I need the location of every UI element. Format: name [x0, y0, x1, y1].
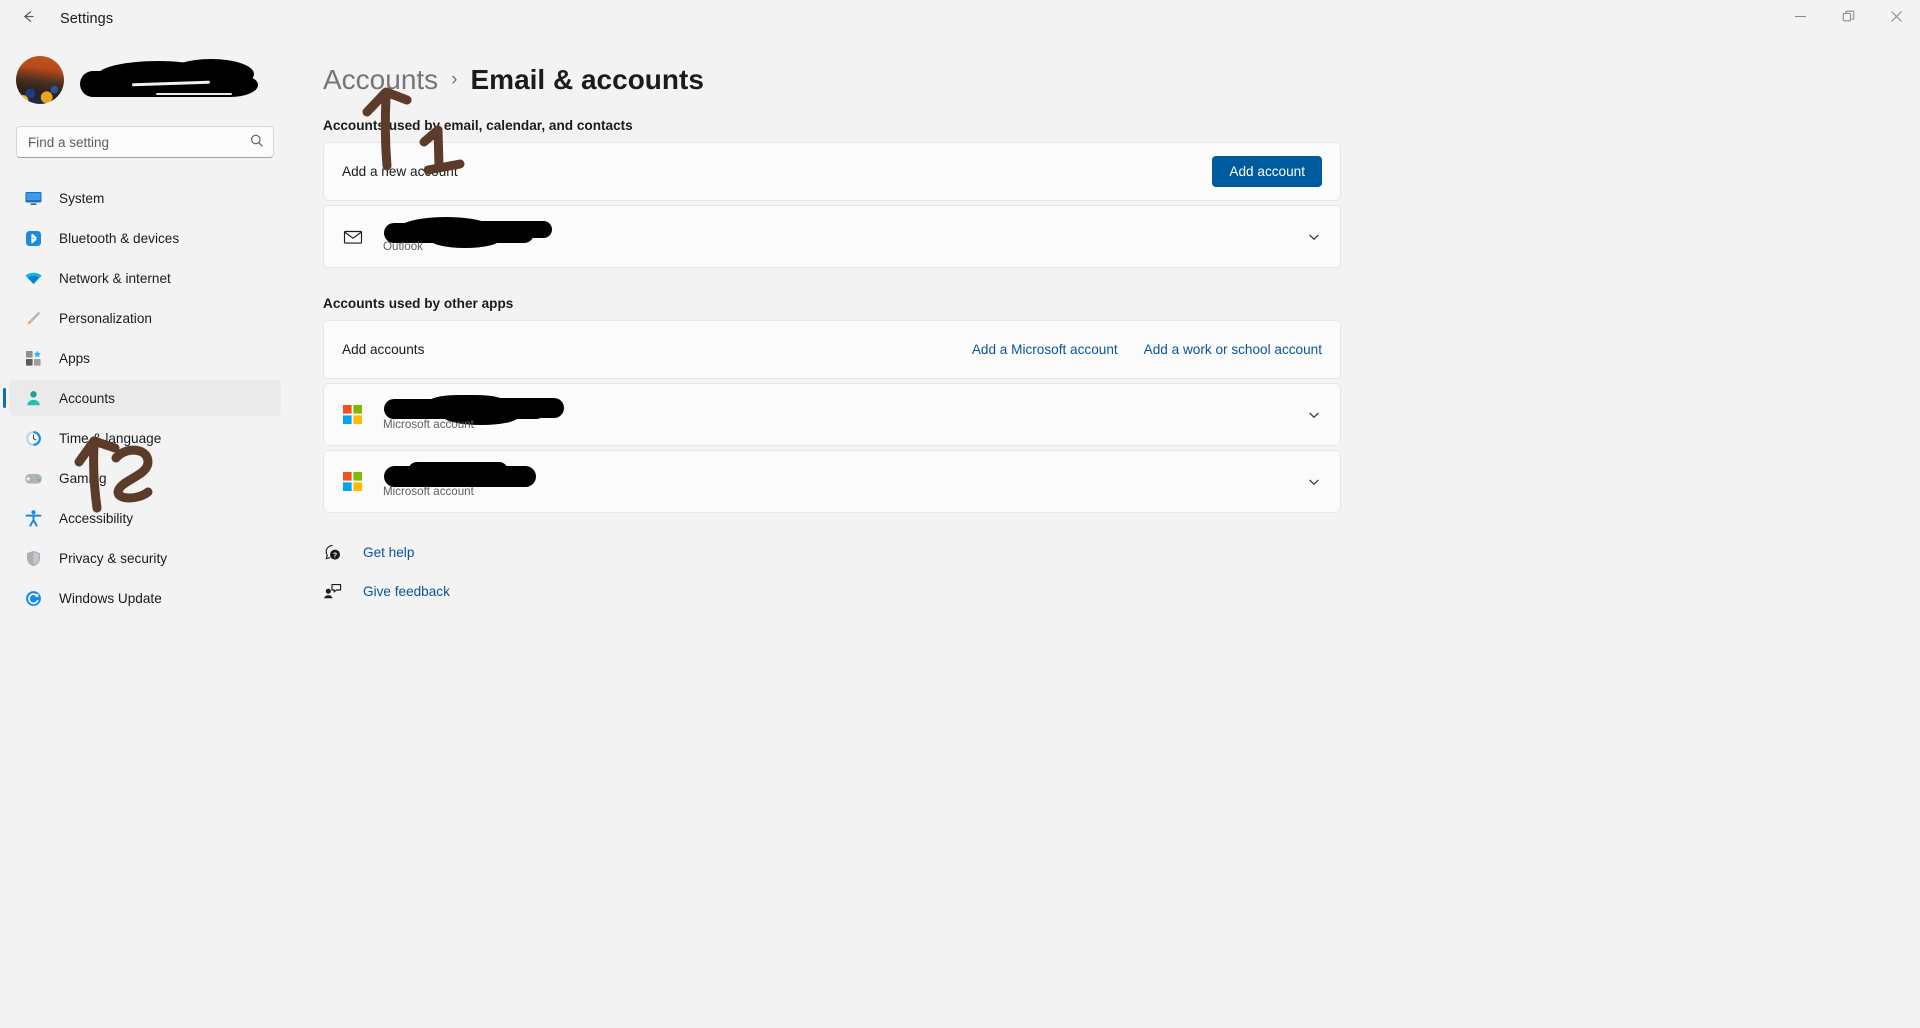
- paintbrush-icon: [23, 308, 43, 328]
- sidebar-item-apps[interactable]: Apps: [9, 340, 281, 376]
- sidebar-item-label: Windows Update: [59, 590, 162, 606]
- sidebar-item-privacy-security[interactable]: Privacy & security: [9, 540, 281, 576]
- chevron-down-icon[interactable]: [1306, 229, 1322, 245]
- close-button[interactable]: [1872, 0, 1920, 38]
- person-icon: [23, 388, 43, 408]
- shield-icon: [23, 548, 43, 568]
- account-email-redacted: Outlook: [382, 216, 1306, 257]
- sidebar: System Bluetooth & devices Network & int…: [0, 38, 290, 1028]
- maximize-button[interactable]: [1824, 0, 1872, 38]
- sidebar-item-accessibility[interactable]: Accessibility: [9, 500, 281, 536]
- breadcrumb-separator: ›: [451, 69, 458, 90]
- title-bar: Settings: [0, 0, 1920, 38]
- add-accounts-row: Add accounts Add a Microsoft account Add…: [323, 320, 1341, 379]
- monitor-icon: [23, 188, 43, 208]
- add-accounts-label: Add accounts: [342, 342, 425, 357]
- account-name-redacted: Microsoft account: [382, 461, 1306, 502]
- restore-icon: [1842, 10, 1855, 28]
- apps-icon: [23, 348, 43, 368]
- feedback-icon: [323, 582, 343, 601]
- give-feedback-label: Give feedback: [363, 583, 450, 599]
- microsoft-logo-icon: [342, 471, 368, 492]
- avatar: [16, 56, 64, 104]
- update-icon: [23, 588, 43, 608]
- sidebar-item-bluetooth-devices[interactable]: Bluetooth & devices: [9, 220, 281, 256]
- user-profile[interactable]: [16, 56, 290, 104]
- profile-name-redacted: [80, 57, 258, 103]
- wifi-icon: [23, 268, 43, 288]
- add-new-account-label: Add a new account: [342, 164, 458, 179]
- get-help-label: Get help: [363, 544, 415, 560]
- microsoft-logo-icon: [342, 404, 368, 425]
- window-controls: [1776, 0, 1920, 38]
- minimize-button[interactable]: [1776, 0, 1824, 38]
- add-work-school-account-link[interactable]: Add a work or school account: [1144, 342, 1322, 357]
- sidebar-item-label: Accessibility: [59, 510, 134, 526]
- chevron-down-icon[interactable]: [1306, 407, 1322, 423]
- window-title: Settings: [60, 11, 114, 27]
- account-row-outlook[interactable]: Outlook: [323, 205, 1341, 268]
- sidebar-item-label: Gaming: [59, 470, 107, 486]
- sidebar-item-label: Accounts: [59, 390, 115, 406]
- page-title: Email & accounts: [470, 64, 704, 95]
- sidebar-item-system[interactable]: System: [9, 180, 281, 216]
- sidebar-item-time-language[interactable]: Time & language: [9, 420, 281, 456]
- account-row-microsoft-1[interactable]: Microsoft account: [323, 383, 1341, 446]
- bluetooth-icon: [23, 228, 43, 248]
- account-subtitle: Outlook: [383, 239, 423, 253]
- account-name-redacted: Microsoft account: [382, 394, 1306, 435]
- sidebar-item-label: Time & language: [59, 430, 162, 446]
- sidebar-item-label: Bluetooth & devices: [59, 230, 180, 246]
- account-row-microsoft-2[interactable]: Microsoft account: [323, 450, 1341, 513]
- add-new-account-row: Add a new account Add account: [323, 142, 1341, 201]
- sidebar-item-label: Network & internet: [59, 270, 171, 286]
- close-icon: [1890, 10, 1903, 28]
- back-arrow-icon: [20, 8, 37, 30]
- section-title-other-apps: Accounts used by other apps: [323, 296, 514, 311]
- clock-icon: [23, 428, 43, 448]
- account-subtitle: Microsoft account: [383, 484, 474, 498]
- search-container: [16, 126, 274, 158]
- get-help-link[interactable]: ? Get help: [323, 538, 473, 566]
- sidebar-item-accounts[interactable]: Accounts: [3, 380, 281, 416]
- section-title-email: Accounts used by email, calendar, and co…: [323, 118, 633, 133]
- add-microsoft-account-link[interactable]: Add a Microsoft account: [972, 342, 1118, 357]
- give-feedback-link[interactable]: Give feedback: [323, 577, 473, 605]
- sidebar-item-label: Apps: [59, 350, 90, 366]
- minimize-icon: [1794, 10, 1807, 28]
- sidebar-nav: System Bluetooth & devices Network & int…: [0, 180, 290, 616]
- search-input[interactable]: [16, 126, 274, 158]
- sidebar-item-network-internet[interactable]: Network & internet: [9, 260, 281, 296]
- help-icon: ?: [323, 543, 343, 562]
- sidebar-item-gaming[interactable]: Gaming: [9, 460, 281, 496]
- breadcrumb-parent-link[interactable]: Accounts: [323, 64, 438, 96]
- footer-links: ? Get help Give feedback: [323, 538, 1920, 605]
- add-account-button[interactable]: Add account: [1212, 156, 1322, 187]
- back-button[interactable]: [8, 2, 48, 36]
- sidebar-item-label: Personalization: [59, 310, 152, 326]
- svg-text:?: ?: [333, 552, 337, 559]
- gamepad-icon: [23, 468, 43, 488]
- sidebar-item-label: Privacy & security: [59, 550, 168, 566]
- chevron-down-icon[interactable]: [1306, 474, 1322, 490]
- envelope-icon: [342, 226, 368, 248]
- sidebar-item-personalization[interactable]: Personalization: [9, 300, 281, 336]
- sidebar-item-windows-update[interactable]: Windows Update: [9, 580, 281, 616]
- sidebar-item-label: System: [59, 190, 105, 206]
- main-content: Accounts › Email & accounts Accounts use…: [290, 38, 1920, 616]
- accessibility-icon: [23, 508, 43, 528]
- account-subtitle: Microsoft account: [383, 417, 474, 431]
- breadcrumb: Accounts › Email & accounts: [323, 64, 1920, 96]
